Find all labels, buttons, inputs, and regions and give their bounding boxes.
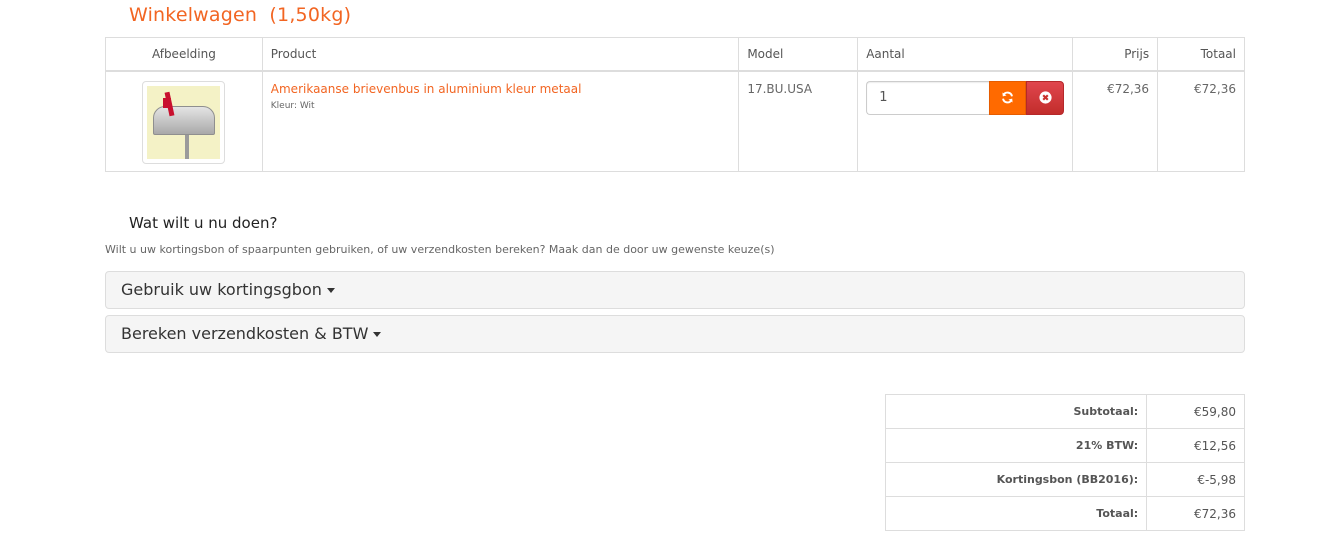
totals-value: €59,80 — [1146, 394, 1245, 429]
page-title: Winkelwagen (1,50kg) — [129, 4, 351, 26]
column-header-quantity: Aantal — [857, 37, 1074, 72]
close-circle-icon — [1039, 91, 1052, 104]
totals-label: Subtotaal: — [884, 394, 1148, 429]
product-option: Kleur: Wit — [270, 100, 315, 111]
table-row: Amerikaanse brievenbus in aluminium kleu… — [105, 70, 1245, 172]
quantity-input[interactable]: 1 — [866, 80, 990, 115]
cell-quantity: 1 — [857, 70, 1074, 172]
refresh-icon — [1002, 91, 1014, 104]
totals-label: Totaal: — [884, 496, 1148, 531]
cart-table: Afbeelding Product Model Aantal Prijs To… — [105, 37, 1245, 172]
next-steps-description: Wilt u uw kortingsbon of spaarpunten geb… — [105, 243, 775, 256]
column-header-model: Model — [738, 37, 859, 72]
coupon-panel-label: Gebruik uw kortingsgbon — [121, 280, 322, 299]
update-quantity-button[interactable] — [989, 80, 1027, 115]
cell-image — [105, 70, 263, 172]
cell-product: Amerikaanse brievenbus in aluminium kleu… — [261, 70, 740, 172]
caret-down-icon — [326, 288, 335, 293]
cart-header-row: Afbeelding Product Model Aantal Prijs To… — [105, 37, 1245, 72]
product-name-link[interactable]: Amerikaanse brievenbus in aluminium kleu… — [271, 82, 582, 96]
caret-down-icon — [373, 332, 382, 337]
totals-table: Subtotaal: €59,80 21% BTW: €12,56 Kortin… — [884, 394, 1245, 531]
remove-item-button[interactable] — [1026, 80, 1065, 115]
cell-price: €72,36 — [1072, 70, 1159, 172]
column-header-total: Totaal — [1157, 37, 1245, 72]
cell-model: 17.BU.USA — [738, 70, 859, 172]
column-header-price: Prijs — [1072, 37, 1159, 72]
totals-row-total: Totaal: €72,36 — [884, 496, 1245, 531]
shipping-panel-label: Bereken verzendkosten & BTW — [121, 324, 369, 343]
totals-row-subtotal: Subtotaal: €59,80 — [884, 394, 1245, 429]
page-title-text: Winkelwagen — [129, 4, 258, 26]
product-thumbnail-link[interactable] — [142, 80, 226, 164]
totals-value: €72,36 — [1146, 496, 1245, 531]
shipping-panel-toggle[interactable]: Bereken verzendkosten & BTW — [105, 315, 1245, 353]
column-header-product: Product — [261, 37, 740, 72]
totals-value: €12,56 — [1146, 428, 1245, 463]
cell-total: €72,36 — [1157, 70, 1245, 172]
next-steps-title: Wat wilt u nu doen? — [129, 214, 278, 232]
quantity-group: 1 — [866, 80, 1065, 115]
totals-row-coupon: Kortingsbon (BB2016): €-5,98 — [884, 462, 1245, 497]
totals-label: 21% BTW: — [884, 428, 1148, 463]
totals-value: €-5,98 — [1146, 462, 1245, 497]
mailbox-product-image — [147, 85, 221, 159]
totals-label: Kortingsbon (BB2016): — [884, 462, 1148, 497]
cart-weight: (1,50kg) — [269, 4, 352, 26]
totals-row-vat: 21% BTW: €12,56 — [884, 428, 1245, 463]
column-header-image: Afbeelding — [105, 37, 263, 72]
coupon-panel-toggle[interactable]: Gebruik uw kortingsgbon — [105, 271, 1245, 309]
